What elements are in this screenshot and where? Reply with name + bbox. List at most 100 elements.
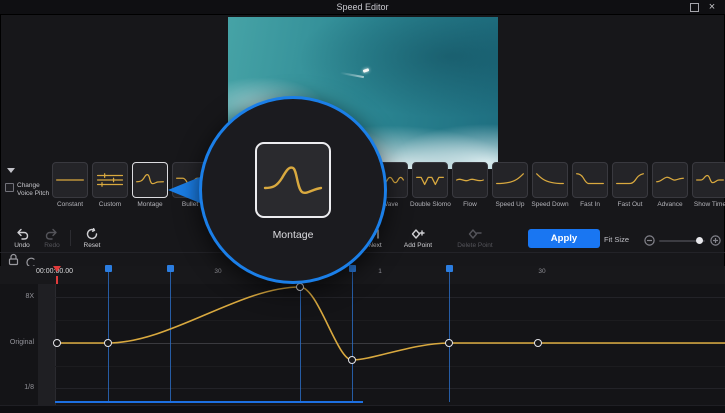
redo-button[interactable]: Redo <box>38 228 66 249</box>
preset-label: Speed Up <box>490 201 530 208</box>
preset-tile[interactable]: Fast In <box>570 162 610 208</box>
keyframe-marker <box>105 265 112 402</box>
delete-point-button[interactable]: Delete Point <box>448 228 502 249</box>
speed-curve-icon <box>454 170 486 190</box>
fit-size-dropdown[interactable]: Fit Size <box>604 235 629 244</box>
keyframe-marker <box>167 265 174 402</box>
ruler-time-label: 1 <box>378 268 382 275</box>
speed-curve-icon <box>574 170 606 190</box>
ruler-time-label: 30 <box>214 268 221 275</box>
undo-button[interactable]: Undo <box>8 228 36 249</box>
voice-pitch-option[interactable]: Change Voice Pitch <box>5 182 55 198</box>
add-point-label: Add Point <box>394 242 442 249</box>
speed-curve-icon <box>94 170 126 190</box>
zoom-out-button[interactable] <box>644 233 655 251</box>
zoom-in-icon <box>710 235 721 246</box>
preset-curve-box <box>492 162 528 198</box>
magnified-preset-tile <box>255 142 331 218</box>
reset-button[interactable]: Reset <box>76 228 108 249</box>
voice-pitch-label: Change Voice Pitch <box>17 182 53 198</box>
speed-axis-label: Original <box>0 339 34 347</box>
preset-label: Advance <box>650 201 690 208</box>
gridline-original <box>55 343 725 344</box>
marker-line <box>449 272 450 402</box>
preset-tile[interactable]: Show Time <box>690 162 725 208</box>
collapse-arrow-icon[interactable] <box>7 168 15 173</box>
lock-icon <box>8 253 19 266</box>
preset-tile[interactable]: Montage <box>130 162 170 208</box>
bottom-scroll-strip[interactable] <box>0 405 725 413</box>
preset-curve-box <box>652 162 688 198</box>
toolbar-divider <box>70 230 71 246</box>
speed-axis-label: 1/8 <box>0 384 34 392</box>
clip-selection-bar[interactable] <box>55 401 363 403</box>
preset-tile[interactable]: Flow <box>450 162 490 208</box>
undo-label: Undo <box>8 242 36 249</box>
redo-icon <box>45 228 59 240</box>
preset-tile[interactable]: Custom <box>90 162 130 208</box>
voice-pitch-checkbox[interactable] <box>5 183 14 192</box>
preset-curve-box <box>132 162 168 198</box>
curve-keyframe-point[interactable] <box>348 356 356 364</box>
zoom-slider-thumb[interactable] <box>696 237 703 244</box>
curve-keyframe-point[interactable] <box>296 283 304 291</box>
gridline <box>55 366 725 367</box>
speed-curve-icon <box>694 170 725 190</box>
maximize-button[interactable] <box>687 0 701 14</box>
speed-axis-label: 8X <box>0 293 34 301</box>
preset-curve-box <box>412 162 448 198</box>
preset-tile[interactable]: Advance <box>650 162 690 208</box>
redo-label: Redo <box>38 242 66 249</box>
boat-wake <box>340 72 364 78</box>
zoom-out-icon <box>644 235 655 246</box>
marker-line <box>108 272 109 402</box>
preset-tile[interactable]: Speed Down <box>530 162 570 208</box>
magnified-preset-label: Montage <box>243 229 343 241</box>
preset-label: Show Time <box>690 201 725 208</box>
close-icon: × <box>709 0 715 14</box>
playhead-icon[interactable] <box>53 266 61 272</box>
close-button[interactable]: × <box>705 0 719 14</box>
curve-keyframe-point[interactable] <box>534 339 542 347</box>
marker-line <box>300 272 301 402</box>
preset-curve-box <box>92 162 128 198</box>
preset-label: Double Slomo <box>410 201 450 208</box>
curve-keyframe-point[interactable] <box>104 339 112 347</box>
preset-label: Fast In <box>570 201 610 208</box>
gridline-8x <box>55 297 725 298</box>
marker-handle[interactable] <box>349 265 356 272</box>
apply-button[interactable]: Apply <box>528 229 600 248</box>
preset-tile[interactable]: Fast Out <box>610 162 650 208</box>
delete-point-icon <box>468 228 482 240</box>
preset-tile[interactable]: Double Slomo <box>410 162 450 208</box>
ruler-time-label: 30 <box>538 268 545 275</box>
window-title: Speed Editor <box>0 0 725 14</box>
curve-keyframe-point[interactable] <box>445 339 453 347</box>
add-point-icon <box>411 228 425 240</box>
marker-handle[interactable] <box>446 265 453 272</box>
reset-label: Reset <box>76 242 108 249</box>
preset-tile[interactable]: Constant <box>50 162 90 208</box>
speed-editor-window: Speed Editor × Change Voice Pitch Consta… <box>0 0 725 413</box>
curve-keyframe-point[interactable] <box>53 339 61 347</box>
add-point-button[interactable]: Add Point <box>394 228 442 249</box>
preset-curve-box <box>532 162 568 198</box>
marker-handle[interactable] <box>167 265 174 272</box>
zoom-in-button[interactable] <box>710 233 721 251</box>
preset-label: Montage <box>130 201 170 208</box>
boat <box>363 68 370 73</box>
preset-label: Constant <box>50 201 90 208</box>
speed-curve-icon <box>54 170 86 190</box>
undo-icon <box>15 228 29 240</box>
delete-point-label: Delete Point <box>448 242 502 249</box>
speed-curve-icon <box>494 170 526 190</box>
speed-curve-icon <box>134 170 166 190</box>
preset-curve-box <box>52 162 88 198</box>
preset-label: Speed Down <box>530 201 570 208</box>
marker-handle[interactable] <box>105 265 112 272</box>
keyframe-marker <box>349 265 356 402</box>
preset-curve-box <box>692 162 725 198</box>
preset-tile[interactable]: Speed Up <box>490 162 530 208</box>
keyframe-marker <box>446 265 453 402</box>
preset-label: Custom <box>90 201 130 208</box>
